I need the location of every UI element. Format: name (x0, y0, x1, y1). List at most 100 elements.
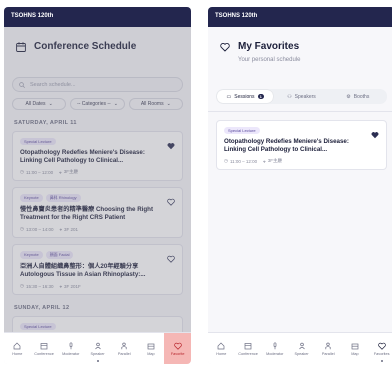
tab-label: Speakers (294, 93, 316, 100)
home-icon (218, 342, 225, 349)
tab-booths[interactable]: ⚙ Booths (330, 90, 386, 103)
session-room: ⌖ 3F 201 (59, 226, 79, 232)
tab-speakers[interactable]: ⚇ Speakers (273, 90, 329, 103)
session-card[interactable]: Keynote 顏面 Facial 亞洲人自體組織鼻整形：個人20年經驗分享 A… (12, 244, 183, 295)
session-title: 亞洲人自體組織鼻整形：個人20年經驗分享 Autologous Tissue i… (20, 263, 146, 278)
search-placeholder: Search schedule... (30, 81, 76, 88)
session-title: 慢性鼻竇炎患者的精準醫療 Choosing the Right Treatmen… (20, 206, 154, 221)
date-filter-label: All Dates (25, 101, 46, 107)
nav-speaker[interactable]: Speaker (288, 333, 315, 364)
session-time: ◷ 11:00 – 12:00 (20, 169, 54, 175)
nav-favorites[interactable]: Favorites (368, 333, 392, 364)
calendar-icon (40, 342, 48, 349)
home-icon (14, 342, 21, 349)
map-icon (351, 343, 359, 349)
session-time: ◷ 13:00 – 14:00 (20, 226, 54, 232)
search-icon (19, 81, 25, 88)
nav-moderator[interactable]: Moderator (57, 333, 84, 364)
filter-bar: All Dates ⌄ -- Categories -- ⌄ All Rooms ⌄ (12, 98, 183, 110)
clock-icon: ◷ (20, 226, 24, 231)
calendar-icon: ▭ (226, 93, 232, 100)
chevron-down-icon: ⌄ (113, 101, 118, 107)
favorites-screen: TSOHNS 120th My Favorites Your personal … (208, 7, 392, 364)
status-bar: TSOHNS 120th (4, 7, 191, 27)
nav-speaker[interactable]: Speaker (84, 333, 111, 364)
session-title: Otopathology Redefies Meniere's Disease:… (20, 149, 145, 164)
tab-label: Booths (353, 93, 370, 100)
people-icon: ⚇ (287, 93, 292, 100)
count-badge: 1 (257, 94, 264, 99)
app-title: TSOHNS 120th (11, 13, 54, 19)
map-icon (147, 343, 155, 349)
mic-icon (273, 341, 277, 349)
clock-icon: ◷ (20, 283, 24, 288)
nav-label: Conference (34, 351, 54, 356)
clock-icon: ◷ (20, 169, 24, 174)
category-tag: 顏面 Facial (45, 251, 74, 259)
nav-label: Favorites (373, 351, 390, 356)
day-header: SUNDAY, APRIL 12 (14, 305, 70, 311)
tab-label: Sessions (234, 93, 255, 100)
session-time: ◷ 11:00 – 12:00 (224, 158, 258, 164)
session-room: ⌖ 3F主廳 (263, 158, 282, 164)
heart-outline-icon[interactable] (167, 255, 175, 263)
pin-icon: ⌖ (59, 169, 62, 175)
category-filter[interactable]: -- Categories -- ⌄ (70, 98, 125, 110)
pin-icon: ⌖ (59, 226, 63, 232)
person-icon (121, 342, 127, 349)
session-room: ⌖ 3F主廳 (59, 169, 78, 175)
clock-icon: ◷ (224, 158, 228, 163)
nav-conference[interactable]: Conference (31, 333, 58, 364)
heart-outline-icon[interactable] (167, 198, 175, 206)
people-icon (94, 342, 101, 349)
chevron-down-icon: ⌄ (166, 101, 171, 107)
status-bar: TSOHNS 120th (208, 7, 392, 27)
category-tag: Keynote (20, 194, 43, 202)
nav-label: Parallel (117, 351, 131, 356)
nav-parallel[interactable]: Parallel (315, 333, 342, 364)
pin-icon: ⌖ (263, 158, 266, 164)
tab-sessions[interactable]: ▭ Sessions 1 (217, 90, 274, 103)
nav-indicator-dot (380, 360, 383, 362)
page-subtitle: Your personal schedule (238, 57, 301, 63)
nav-label: Favorite (170, 351, 185, 356)
nav-home[interactable]: Home (208, 333, 235, 364)
nav-conference[interactable]: Conference (235, 333, 262, 364)
nav-map[interactable]: Map (342, 333, 369, 364)
room-filter[interactable]: All Rooms ⌄ (128, 98, 183, 110)
search-input[interactable]: Search schedule... (12, 77, 183, 92)
heart-filled-icon[interactable] (371, 131, 379, 139)
chevron-down-icon: ⌄ (48, 101, 53, 107)
nav-label: Moderator (62, 351, 80, 356)
mic-icon (69, 341, 73, 349)
page-title: Conference Schedule (34, 41, 137, 52)
session-card[interactable]: Special Lecture Otopathology Redefies Me… (12, 131, 183, 181)
category-tag: Special Lecture (20, 138, 56, 145)
nav-label: Home (216, 351, 227, 356)
nav-map[interactable]: Map (138, 333, 165, 364)
nav-parallel[interactable]: Parallel (111, 333, 138, 364)
nav-label: Speaker (294, 351, 309, 356)
category-filter-label: -- Categories -- (77, 101, 111, 107)
day-header: SATURDAY, APRIL 11 (14, 120, 77, 126)
date-filter[interactable]: All Dates ⌄ (12, 98, 67, 110)
booth-icon: ⚙ (346, 93, 351, 100)
nav-moderator[interactable]: Moderator (261, 333, 288, 364)
calendar-icon (16, 41, 26, 52)
category-tag: Keynote (20, 251, 43, 259)
session-card[interactable]: Keynote 鼻科 Rhinology 慢性鼻竇炎患者的精準醫療 Choosi… (12, 187, 183, 238)
category-tag: Special Lecture (224, 127, 260, 134)
favorites-tabs: ▭ Sessions 1 ⚇ Speakers ⚙ Booths (216, 89, 387, 104)
heart-filled-icon[interactable] (167, 142, 175, 150)
calendar-icon (244, 342, 252, 349)
heart-icon (220, 42, 230, 52)
nav-favorite[interactable]: Favorite (164, 333, 191, 364)
bottom-nav: Home Conference Moderator Speaker Parall… (4, 332, 191, 364)
bottom-nav: Home Conference Moderator Speaker Parall… (208, 332, 392, 364)
nav-label: Parallel (321, 351, 335, 356)
nav-label: Map (351, 351, 359, 356)
room-filter-label: All Rooms (140, 101, 164, 107)
favorite-session-card[interactable]: Special Lecture Otopathology Redefies Me… (216, 120, 387, 170)
nav-home[interactable]: Home (4, 333, 31, 364)
nav-label: Map (147, 351, 155, 356)
